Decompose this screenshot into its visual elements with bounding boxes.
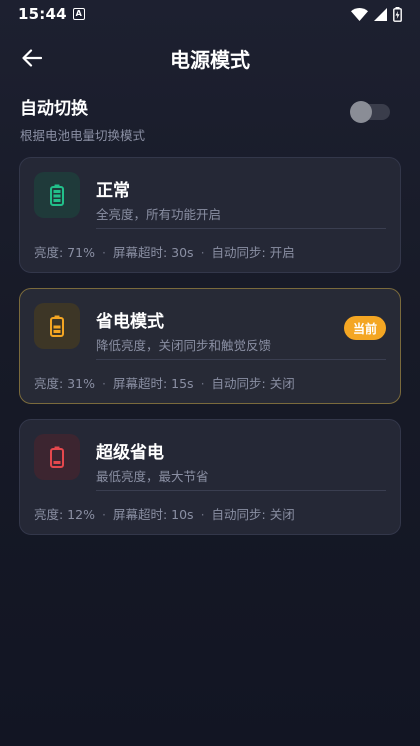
stat-brightness: 亮度: 71% <box>34 245 95 260</box>
mode-title: 超级省电 <box>96 443 164 463</box>
mode-icon-box <box>34 434 80 480</box>
stat-screen-timeout: 屏幕超时: 30s <box>112 245 194 260</box>
stat-auto-sync: 自动同步: 开启 <box>211 245 295 260</box>
back-button[interactable] <box>18 44 46 72</box>
mode-card-power-saving[interactable]: 省电模式 降低亮度，关闭同步和触觉反馈 当前 亮度: 31% · 屏幕超时: 15s… <box>19 288 401 404</box>
mode-title: 正常 <box>96 181 130 201</box>
arrow-left-icon <box>22 49 42 67</box>
mode-card-ultra-saving[interactable]: 超级省电 最低亮度，最大节省 亮度: 12% · 屏幕超时: 10s · 自动同步: 关… <box>19 419 401 535</box>
status-bar: 15:44 A <box>0 0 420 28</box>
separator-dot: · <box>200 507 205 522</box>
separator-dot: · <box>101 376 106 391</box>
mode-description: 降低亮度，关闭同步和触觉反馈 <box>96 338 272 353</box>
auto-switch-toggle[interactable] <box>350 101 390 123</box>
mode-stats: 亮度: 31% · 屏幕超时: 15s · 自动同步: 关闭 <box>34 373 295 392</box>
status-time: 15:44 <box>18 5 67 23</box>
mode-icon-box <box>34 303 80 349</box>
status-right <box>351 6 402 22</box>
current-badge: 当前 <box>343 316 386 340</box>
mode-stats: 亮度: 12% · 屏幕超时: 10s · 自动同步: 关闭 <box>34 504 295 523</box>
separator-dot: · <box>101 507 106 522</box>
mode-stats: 亮度: 71% · 屏幕超时: 30s · 自动同步: 开启 <box>34 242 295 261</box>
notification-icon: A <box>72 8 85 20</box>
card-divider <box>96 359 386 360</box>
stat-auto-sync: 自动同步: 关闭 <box>211 376 295 391</box>
auto-switch-subtitle: 根据电池电量切换模式 <box>20 128 146 143</box>
app-header: 电源模式 <box>0 40 420 76</box>
separator-dot: · <box>200 376 205 391</box>
battery-low-icon <box>50 446 64 468</box>
status-left: 15:44 A <box>18 5 85 23</box>
mode-description: 最低亮度，最大节省 <box>96 469 209 484</box>
mode-icon-box <box>34 172 80 218</box>
card-divider <box>96 490 386 491</box>
auto-switch-row: 自动切换 根据电池电量切换模式 <box>20 94 400 143</box>
battery-half-icon <box>50 315 64 337</box>
auto-switch-title: 自动切换 <box>20 99 88 119</box>
mode-card-normal[interactable]: 正常 全亮度，所有功能开启 亮度: 71% · 屏幕超时: 30s · 自动同步: 开启 <box>19 157 401 273</box>
mode-title: 省电模式 <box>96 312 164 332</box>
stat-auto-sync: 自动同步: 关闭 <box>211 507 295 522</box>
toggle-knob <box>350 101 372 123</box>
signal-icon <box>374 7 387 21</box>
battery-full-icon <box>50 184 64 206</box>
card-divider <box>96 228 386 229</box>
separator-dot: · <box>101 245 106 260</box>
wifi-icon <box>351 7 368 21</box>
page-title: 电源模式 <box>170 47 250 72</box>
separator-dot: · <box>200 245 205 260</box>
stat-screen-timeout: 屏幕超时: 10s <box>112 507 194 522</box>
mode-description: 全亮度，所有功能开启 <box>96 207 222 222</box>
stat-brightness: 亮度: 31% <box>34 376 95 391</box>
stat-brightness: 亮度: 12% <box>34 507 95 522</box>
battery-charging-icon <box>393 6 402 22</box>
stat-screen-timeout: 屏幕超时: 15s <box>112 376 194 391</box>
